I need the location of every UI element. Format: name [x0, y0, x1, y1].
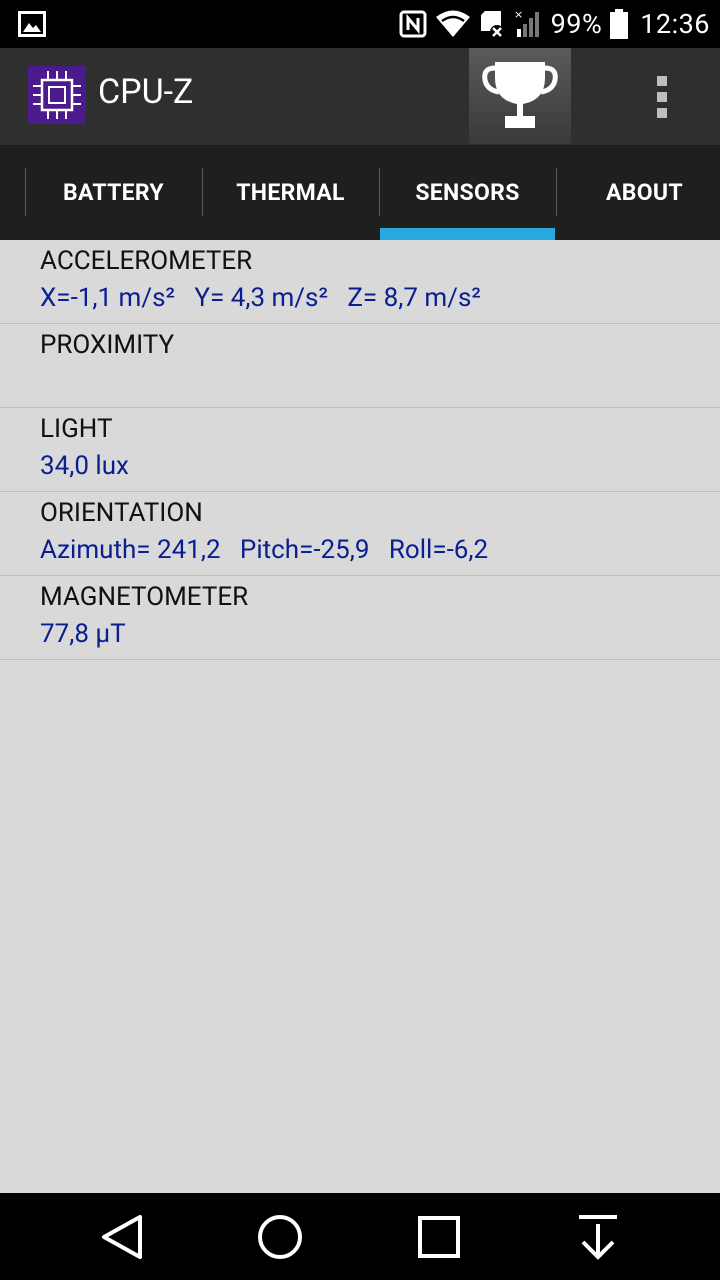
recents-button[interactable] [379, 1193, 499, 1280]
app-bar: CPU-Z [0, 48, 720, 145]
battery-icon [610, 9, 629, 39]
sensor-value: 34,0 lux [40, 451, 129, 481]
sensor-row-orientation: ORIENTATION Azimuth= 241,2 Pitch=-25,9 R… [0, 492, 720, 576]
sensor-title: PROXIMITY [40, 330, 175, 360]
back-button[interactable] [62, 1193, 182, 1280]
app-title: CPU-Z [98, 72, 194, 112]
gallery-icon [18, 11, 46, 37]
sensor-row-proximity: PROXIMITY [0, 324, 720, 408]
sensor-value: X=-1,1 m/s² Y= 4,3 m/s² Z= 8,7 m/s² [40, 283, 481, 313]
signal-icon: × [514, 9, 539, 37]
tab-sensors[interactable]: SENSORS [379, 145, 556, 240]
status-icons: × 99% 12:36 [399, 0, 710, 48]
back-icon [102, 1214, 142, 1259]
selected-tab-indicator [380, 228, 555, 240]
sensor-list: ACCELEROMETER X=-1,1 m/s² Y= 4,3 m/s² Z=… [0, 240, 720, 660]
sensor-title: LIGHT [40, 414, 113, 444]
sensor-value: 77,8 µT [40, 619, 126, 649]
overflow-menu-icon[interactable] [640, 70, 684, 124]
sensor-title: MAGNETOMETER [40, 582, 249, 612]
tab-battery[interactable]: BATTERY [25, 145, 202, 240]
benchmark-button[interactable] [469, 48, 571, 144]
notification-pull-button[interactable] [538, 1193, 658, 1280]
tab-thermal[interactable]: THERMAL [202, 145, 379, 240]
sensor-row-accelerometer: ACCELEROMETER X=-1,1 m/s² Y= 4,3 m/s² Z=… [0, 240, 720, 324]
nfc-icon [399, 10, 427, 38]
sensor-row-magnetometer: MAGNETOMETER 77,8 µT [0, 576, 720, 660]
clock: 12:36 [640, 8, 710, 40]
sensor-title: ACCELEROMETER [40, 246, 253, 276]
sensor-value: Azimuth= 241,2 Pitch=-25,9 Roll=-6,2 [40, 535, 489, 565]
tab-bar: BATTERY THERMAL SENSORS ABOUT [0, 145, 720, 240]
navigation-bar [0, 1193, 720, 1280]
recents-icon [418, 1215, 460, 1258]
cpu-logo-icon [28, 66, 86, 124]
svg-text:×: × [514, 9, 523, 21]
trophy-icon [482, 62, 558, 128]
notification-pull-icon [579, 1214, 617, 1260]
home-icon [258, 1214, 302, 1259]
sensor-title: ORIENTATION [40, 498, 203, 528]
tab-about[interactable]: ABOUT [556, 145, 720, 240]
sensor-row-light: LIGHT 34,0 lux [0, 408, 720, 492]
status-bar: × 99% 12:36 [0, 0, 720, 48]
wifi-icon [435, 10, 470, 37]
home-button[interactable] [220, 1193, 340, 1280]
sd-card-icon [480, 11, 504, 39]
battery-percent: 99% [550, 8, 603, 40]
